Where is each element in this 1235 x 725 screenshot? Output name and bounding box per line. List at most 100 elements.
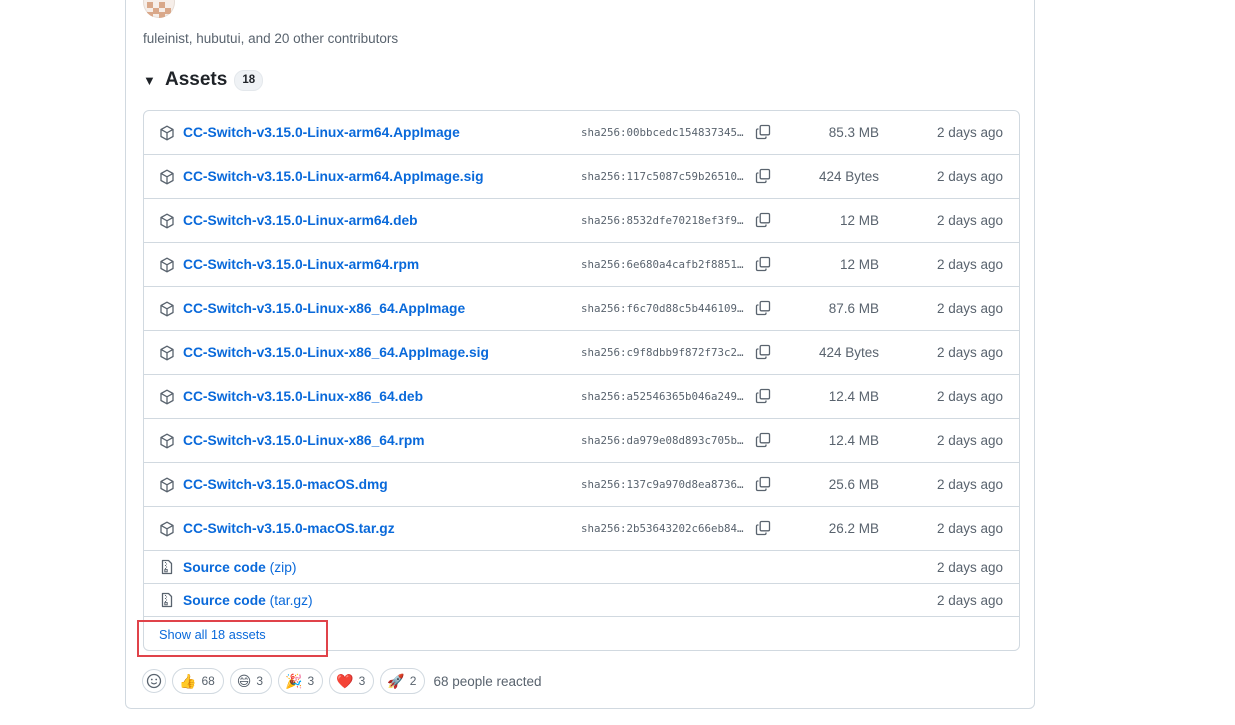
reaction-laugh-button[interactable]: 😄 3 — [229, 668, 273, 694]
package-icon — [159, 521, 175, 537]
package-icon — [159, 257, 175, 273]
copy-icon[interactable] — [755, 432, 771, 448]
reaction-count: 3 — [256, 674, 264, 688]
contributors-text: fuleinist, hubutui, and 20 other contrib… — [143, 31, 399, 46]
asset-download-link[interactable]: CC-Switch-v3.15.0-Linux-x86_64.rpm — [183, 433, 425, 448]
asset-size: 12.4 MB — [828, 389, 879, 404]
asset-date: 2 days ago — [936, 169, 1003, 184]
assets-list: CC-Switch-v3.15.0-Linux-arm64.AppImage sh… — [143, 110, 1020, 651]
asset-size: 424 Bytes — [818, 345, 879, 360]
package-icon — [159, 125, 175, 141]
highlight-annotation — [137, 620, 328, 657]
copy-icon[interactable] — [755, 212, 771, 228]
asset-row: CC-Switch-v3.15.0-Linux-arm64.rpm sha256:… — [144, 243, 1019, 287]
asset-download-link[interactable]: CC-Switch-v3.15.0-Linux-arm64.deb — [183, 213, 418, 228]
assets-title: Assets — [165, 69, 228, 90]
reaction-thumbs-up-button[interactable]: 👍 68 — [172, 668, 224, 694]
copy-icon[interactable] — [755, 124, 771, 140]
source-code-link[interactable]: Source code (zip) — [183, 560, 296, 575]
asset-row: CC-Switch-v3.15.0-Linux-x86_64.deb sha256… — [144, 375, 1019, 419]
tada-icon: 🎉 — [285, 673, 303, 689]
file-zip-icon — [159, 592, 175, 608]
package-icon — [159, 345, 175, 361]
asset-size: 87.6 MB — [828, 301, 879, 316]
rocket-icon: 🚀 — [387, 673, 405, 689]
copy-icon[interactable] — [755, 168, 771, 184]
asset-size: 26.2 MB — [828, 521, 879, 536]
package-icon — [159, 213, 175, 229]
asset-date: 2 days ago — [936, 560, 1003, 575]
asset-row: CC-Switch-v3.15.0-Linux-arm64.AppImage.s… — [144, 155, 1019, 199]
asset-sha256: sha256:137c9a970d8ea8736… — [581, 478, 744, 491]
thumbs-up-icon: 👍 — [179, 673, 197, 689]
asset-size: 85.3 MB — [828, 125, 879, 140]
assets-header[interactable]: ▼ Assets 18 — [143, 68, 264, 92]
asset-download-link[interactable]: CC-Switch-v3.15.0-Linux-arm64.AppImage.s… — [183, 169, 484, 184]
asset-row: CC-Switch-v3.15.0-macOS.dmg sha256:137c9a… — [144, 463, 1019, 507]
reaction-count: 68 — [201, 674, 215, 688]
reaction-tada-button[interactable]: 🎉 3 — [278, 668, 324, 694]
asset-date: 2 days ago — [936, 125, 1003, 140]
asset-download-link[interactable]: CC-Switch-v3.15.0-Linux-x86_64.deb — [183, 389, 423, 404]
asset-date: 2 days ago — [936, 433, 1003, 448]
add-reaction-button[interactable] — [142, 669, 166, 693]
asset-date: 2 days ago — [936, 345, 1003, 360]
asset-row: CC-Switch-v3.15.0-Linux-arm64.AppImage sh… — [144, 111, 1019, 155]
reaction-count: 2 — [409, 674, 417, 688]
package-icon — [159, 389, 175, 405]
asset-sha256: sha256:c9f8dbb9f872f73c2… — [581, 346, 744, 359]
asset-sha256: sha256:2b53643202c66eb84… — [581, 522, 744, 535]
asset-date: 2 days ago — [936, 521, 1003, 536]
reactions-summary: 68 people reacted — [433, 673, 542, 689]
source-code-format: (tar.gz) — [269, 593, 313, 608]
asset-date: 2 days ago — [936, 593, 1003, 608]
source-code-row: Source code (tar.gz) 2 days ago — [144, 584, 1019, 617]
asset-download-link[interactable]: CC-Switch-v3.15.0-Linux-arm64.AppImage — [183, 125, 460, 140]
asset-date: 2 days ago — [936, 257, 1003, 272]
asset-size: 25.6 MB — [828, 477, 879, 492]
asset-date: 2 days ago — [936, 301, 1003, 316]
heart-icon: ❤️ — [336, 673, 354, 689]
copy-icon[interactable] — [755, 520, 771, 536]
asset-sha256: sha256:6e680a4cafb2f8851… — [581, 258, 744, 271]
asset-size: 12 MB — [839, 257, 879, 272]
package-icon — [159, 301, 175, 317]
asset-size: 12.4 MB — [828, 433, 879, 448]
file-zip-icon — [159, 559, 175, 575]
assets-count-badge: 18 — [234, 69, 264, 91]
asset-row: CC-Switch-v3.15.0-Linux-x86_64.rpm sha256… — [144, 419, 1019, 463]
package-icon — [159, 477, 175, 493]
laugh-icon: 😄 — [236, 673, 252, 689]
asset-row: CC-Switch-v3.15.0-macOS.tar.gz sha256:2b5… — [144, 507, 1019, 551]
source-code-link[interactable]: Source code (tar.gz) — [183, 593, 313, 608]
copy-icon[interactable] — [755, 476, 771, 492]
package-icon — [159, 169, 175, 185]
smiley-icon — [146, 673, 162, 689]
copy-icon[interactable] — [755, 344, 771, 360]
asset-sha256: sha256:da979e08d893c705b… — [581, 434, 744, 447]
asset-download-link[interactable]: CC-Switch-v3.15.0-macOS.tar.gz — [183, 521, 395, 536]
copy-icon[interactable] — [755, 388, 771, 404]
asset-download-link[interactable]: CC-Switch-v3.15.0-Linux-x86_64.AppImage.… — [183, 345, 489, 360]
source-code-label: Source code — [183, 560, 266, 575]
asset-size: 12 MB — [839, 213, 879, 228]
asset-sha256: sha256:117c5087c59b26510… — [581, 170, 744, 183]
reaction-count: 3 — [358, 674, 366, 688]
source-code-format: (zip) — [269, 560, 297, 575]
asset-sha256: sha256:00bbcedc154837345… — [581, 126, 744, 139]
asset-download-link[interactable]: CC-Switch-v3.15.0-Linux-arm64.rpm — [183, 257, 419, 272]
copy-icon[interactable] — [755, 256, 771, 272]
reaction-rocket-button[interactable]: 🚀 2 — [380, 668, 426, 694]
copy-icon[interactable] — [755, 300, 771, 316]
reaction-count: 3 — [307, 674, 315, 688]
caret-down-icon[interactable]: ▼ — [143, 73, 165, 88]
asset-date: 2 days ago — [936, 477, 1003, 492]
asset-sha256: sha256:a52546365b046a249… — [581, 390, 744, 403]
reaction-heart-button[interactable]: ❤️ 3 — [329, 668, 375, 694]
reactions-bar: 👍 68 😄 3 🎉 3 ❤️ 3 🚀 2 68 people reacted — [142, 668, 542, 694]
package-icon — [159, 433, 175, 449]
asset-download-link[interactable]: CC-Switch-v3.15.0-Linux-x86_64.AppImage — [183, 301, 465, 316]
asset-size: 424 Bytes — [818, 169, 879, 184]
asset-download-link[interactable]: CC-Switch-v3.15.0-macOS.dmg — [183, 477, 388, 492]
asset-row: CC-Switch-v3.15.0-Linux-x86_64.AppImage.… — [144, 331, 1019, 375]
